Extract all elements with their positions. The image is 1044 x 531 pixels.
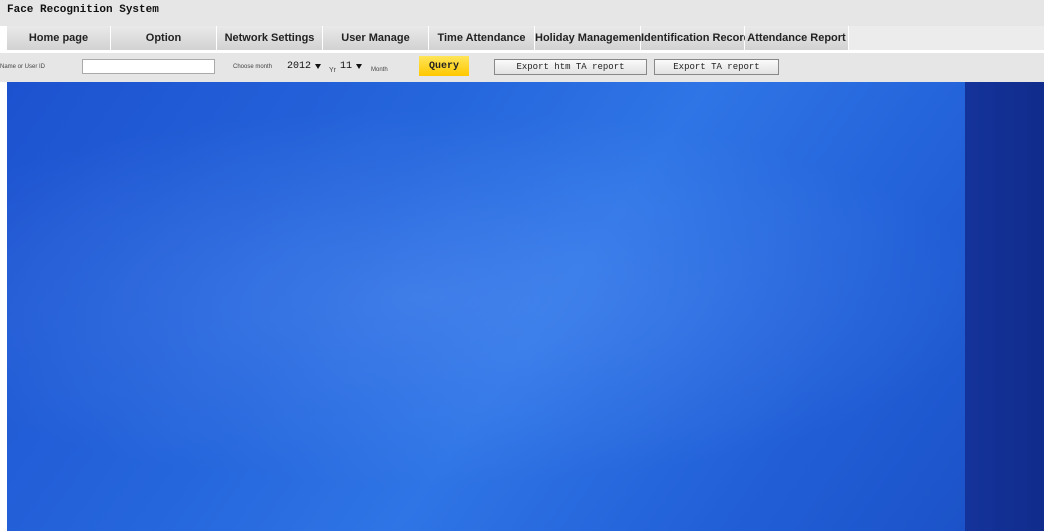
month-select[interactable]: 11 [340,60,363,73]
query-toolbar: Name or User ID Choose month 2012 Yr 11 … [0,53,1044,82]
main-nav: Home page Option Network Settings User M… [0,26,1044,50]
export-ta-report-button[interactable]: Export TA report [654,59,779,75]
main-content-background [7,82,1044,531]
month-value: 11 [340,61,353,72]
export-htm-ta-report-button[interactable]: Export htm TA report [494,59,647,75]
name-or-id-input[interactable] [82,59,215,74]
year-value: 2012 [287,61,312,72]
app-title: Face Recognition System [7,4,159,16]
name-or-id-label: Name or User ID [0,64,46,70]
nav-identification-record[interactable]: Identification Record [641,26,750,50]
nav-option[interactable]: Option [111,26,217,50]
query-button[interactable]: Query [419,56,469,76]
month-dropdown-icon [356,64,363,69]
nav-network-settings[interactable]: Network Settings [217,26,323,50]
year-unit-label: Yr [329,67,336,74]
nav-time-attendance[interactable]: Time Attendance [429,26,535,50]
nav-attendance-report[interactable]: Attendance Report [745,26,849,50]
nav-holiday-management[interactable]: Holiday Management [535,26,645,50]
year-dropdown-icon [315,64,322,69]
choose-month-label: Choose month [233,64,273,70]
nav-filler [849,26,1044,50]
month-unit-label: Month [371,67,388,73]
right-side-panel [965,82,1044,531]
nav-user-manage[interactable]: User Manage [323,26,429,50]
title-bar: Face Recognition System [0,0,1044,26]
nav-home-page[interactable]: Home page [7,26,111,50]
year-select[interactable]: 2012 [287,60,322,73]
